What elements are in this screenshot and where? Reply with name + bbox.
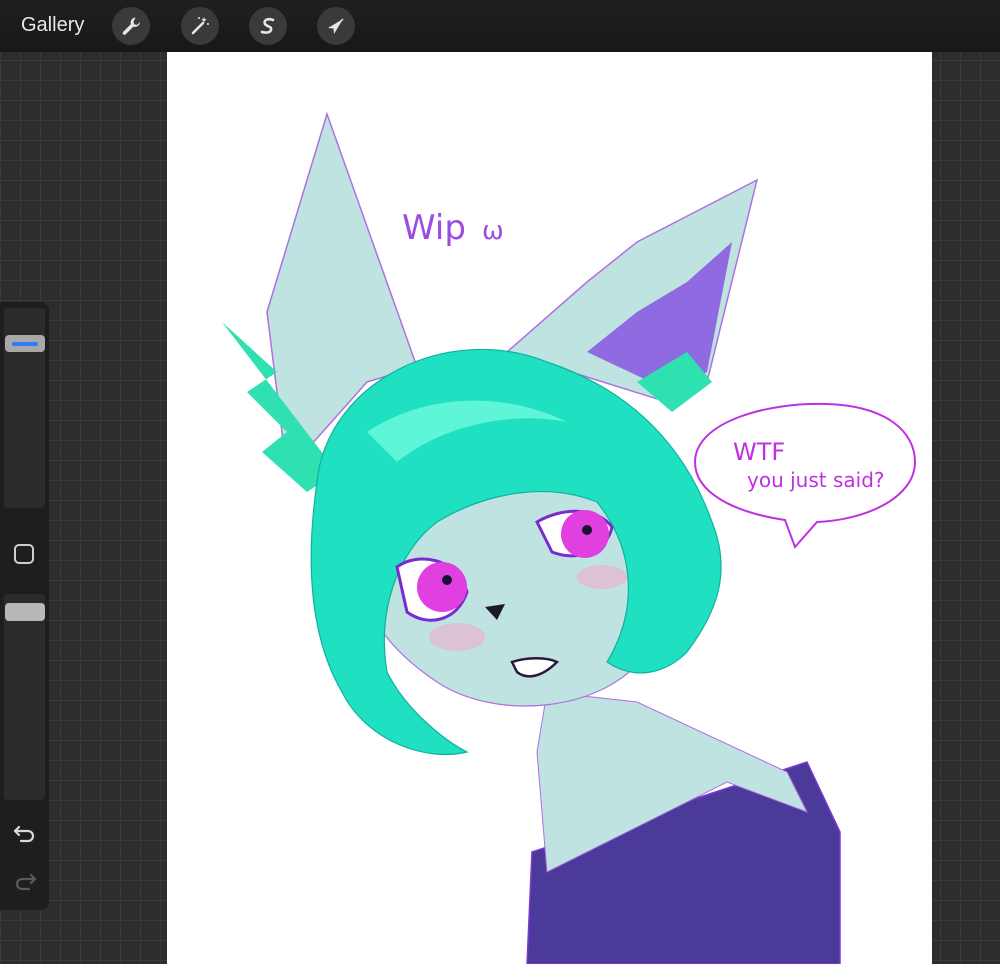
size-indicator: [12, 341, 38, 346]
drawing-canvas[interactable]: Wip ω WTF you just said?: [167, 52, 932, 964]
undo-icon: [11, 825, 39, 848]
artwork: Wip ω WTF you just said?: [222, 111, 917, 964]
actions-button[interactable]: [112, 7, 150, 45]
wip-label: Wip: [402, 208, 466, 248]
magic-wand-icon: [189, 15, 211, 37]
left-sidebar: [0, 302, 49, 910]
adjustments-button[interactable]: [181, 7, 219, 45]
left-pupil: [442, 575, 452, 585]
left-blush: [429, 623, 485, 651]
top-toolbar: Gallery: [0, 0, 1000, 52]
selection-s-icon: [257, 15, 279, 37]
right-blush: [577, 565, 627, 589]
brush-size-handle[interactable]: [5, 335, 45, 353]
speech-line-1: WTF: [733, 438, 785, 466]
left-iris: [417, 562, 467, 612]
speech-bubble: WTF you just said?: [693, 402, 917, 549]
brush-opacity-slider[interactable]: [4, 594, 45, 800]
undo-button[interactable]: [11, 820, 39, 844]
redo-icon: [11, 873, 39, 896]
brush-opacity-handle[interactable]: [5, 603, 45, 622]
wrench-icon: [120, 15, 142, 37]
redo-button[interactable]: [11, 868, 39, 892]
right-pupil: [582, 525, 592, 535]
modify-button[interactable]: [14, 544, 34, 564]
arrow-cursor-icon: [325, 15, 347, 37]
selection-button[interactable]: [249, 7, 287, 45]
speech-line-2: you just said?: [747, 468, 885, 492]
wip-face-glyph: ω: [482, 216, 504, 246]
transform-button[interactable]: [317, 7, 355, 45]
gallery-button[interactable]: Gallery: [21, 14, 84, 37]
